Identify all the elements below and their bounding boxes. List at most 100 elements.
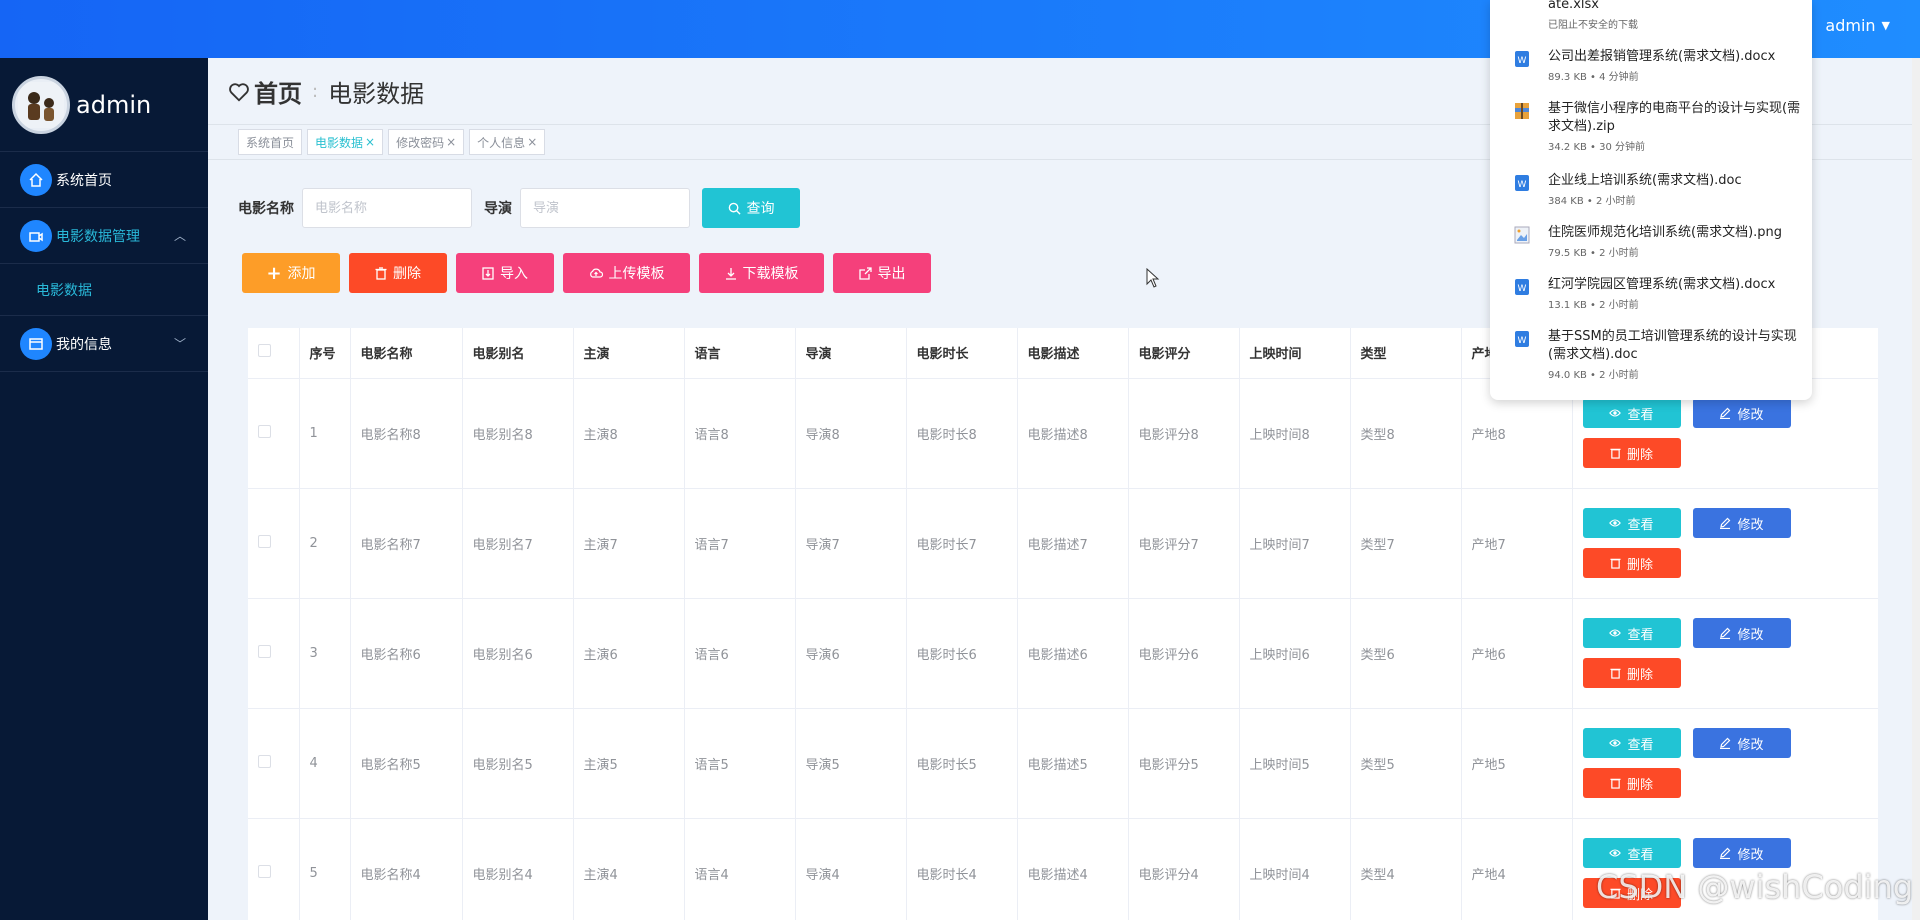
download-template-button[interactable]: 下载模板 <box>699 253 824 293</box>
heart-icon <box>229 82 249 102</box>
download-file-meta: 34.2 KB • 30 分钟前 <box>1548 142 1646 153</box>
close-icon[interactable]: × <box>446 135 456 149</box>
sidebar-subitem-label: 电影数据 <box>36 282 92 299</box>
row-checkbox[interactable] <box>258 644 271 658</box>
query-button[interactable]: 查询 <box>702 188 800 228</box>
close-icon[interactable]: × <box>365 135 375 149</box>
sidebar-item-label: 电影数据管理 <box>56 228 140 245</box>
download-item[interactable]: W 公司出差报销管理系统(需求文档).docx 89.3 KB • 4 分钟前 <box>1514 48 1804 83</box>
tag-personal-info[interactable]: 个人信息 × <box>469 129 546 155</box>
table-cell: 电影描述6 <box>1017 598 1129 709</box>
table-cell: 导演6 <box>795 598 907 709</box>
row-actions-cell: 查看 修改 删除 <box>1572 708 1878 819</box>
row-delete-button[interactable]: 删除 <box>1582 438 1681 468</box>
tag-movie-data[interactable]: 电影数据 × <box>307 129 384 155</box>
edit-button[interactable]: 修改 <box>1692 398 1791 428</box>
row-delete-button[interactable]: 删除 <box>1582 658 1681 688</box>
select-all-checkbox[interactable] <box>258 344 271 358</box>
view-button[interactable]: 查看 <box>1582 398 1681 428</box>
upload-template-button[interactable]: 上传模板 <box>563 253 690 293</box>
row-delete-button[interactable]: 删除 <box>1582 548 1681 578</box>
word-icon: W <box>1514 278 1532 298</box>
import-button[interactable]: 导入 <box>456 253 554 293</box>
edit-button[interactable]: 修改 <box>1692 508 1791 538</box>
table-cell: 类型7 <box>1350 488 1462 599</box>
edit-button[interactable]: 修改 <box>1692 838 1791 868</box>
downloads-popup: ate.xlsx 已阻止不安全的下载 W 公司出差报销管理系统(需求文档).docx 8… <box>1490 0 1812 400</box>
mouse-cursor-icon <box>1146 267 1160 292</box>
trash-icon <box>1610 558 1621 569</box>
plus-icon: + <box>266 262 282 284</box>
cloud-upload-icon <box>589 268 603 278</box>
table-cell: 类型8 <box>1350 378 1462 489</box>
table-cell: 电影时长6 <box>906 598 1018 709</box>
table-cell: 语言8 <box>684 378 796 489</box>
movie-table: 序号 电影名称 电影别名 主演 语言 导演 电影时长 电影描述 电影评分 上映时… <box>248 328 1878 920</box>
row-checkbox[interactable] <box>258 864 271 878</box>
sidebar-item-movie-management[interactable]: 电影数据管理 ︿ <box>0 208 208 264</box>
edit-button[interactable]: 修改 <box>1692 618 1791 648</box>
view-button[interactable]: 查看 <box>1582 728 1681 758</box>
table-cell: 上映时间5 <box>1239 708 1351 819</box>
breadcrumb-home[interactable]: 首页 <box>228 74 302 109</box>
view-button[interactable]: 查看 <box>1582 508 1681 538</box>
column-header: 电影描述 <box>1017 328 1129 379</box>
download-item[interactable]: 住院医师规范化培训系统(需求文档).png 79.5 KB • 2 小时前 <box>1514 224 1804 259</box>
table-cell: 语言7 <box>684 488 796 599</box>
movie-name-input[interactable] <box>302 188 472 228</box>
download-file-meta: 94.0 KB • 2 小时前 <box>1548 370 1639 381</box>
svg-text:W: W <box>1518 336 1527 346</box>
download-file-name: 基于SSM的员工培训管理系统的设计与实现(需求文档).doc <box>1548 329 1797 362</box>
caret-down-icon: ▼ <box>1881 19 1890 32</box>
table-cell: 电影描述7 <box>1017 488 1129 599</box>
row-checkbox[interactable] <box>258 534 271 548</box>
close-icon[interactable]: × <box>527 135 537 149</box>
sidebar-item-my-info[interactable]: 我的信息 ﹀ <box>0 316 208 372</box>
page-scrollbar[interactable] <box>1912 58 1920 920</box>
download-item[interactable]: W 红河学院园区管理系统(需求文档).docx 13.1 KB • 2 小时前 <box>1514 276 1804 311</box>
row-checkbox[interactable] <box>258 754 271 768</box>
table-cell: 语言5 <box>684 708 796 819</box>
sidebar-item-home[interactable]: 系统首页 <box>0 152 208 208</box>
delete-button[interactable]: 删除 <box>349 253 447 293</box>
view-button[interactable]: 查看 <box>1582 838 1681 868</box>
row-select-cell <box>248 708 300 819</box>
zip-icon <box>1514 102 1532 122</box>
column-header: 电影名称 <box>350 328 463 379</box>
column-header: 电影时长 <box>906 328 1018 379</box>
sidebar-subitem-movie-data[interactable]: 电影数据 <box>0 264 208 316</box>
svg-text:W: W <box>1518 56 1527 66</box>
column-header: 电影别名 <box>462 328 574 379</box>
table-cell: 上映时间6 <box>1239 598 1351 709</box>
edit-button[interactable]: 修改 <box>1692 728 1791 758</box>
tag-home[interactable]: 系统首页 <box>238 129 303 155</box>
trash-icon <box>1610 668 1621 679</box>
director-input[interactable] <box>520 188 690 228</box>
table-cell: 电影时长7 <box>906 488 1018 599</box>
breadcrumb-separator: : <box>312 81 319 102</box>
table-cell: 电影描述4 <box>1017 818 1129 920</box>
edit-icon <box>1720 407 1731 419</box>
row-checkbox[interactable] <box>258 424 271 438</box>
table-cell: 电影描述5 <box>1017 708 1129 819</box>
row-delete-button[interactable]: 删除 <box>1582 768 1681 798</box>
table-cell: 3 <box>299 598 351 709</box>
table-cell: 导演5 <box>795 708 907 819</box>
row-actions-cell: 查看 修改 删除 <box>1572 488 1878 599</box>
download-file-meta: 384 KB • 2 小时前 <box>1548 196 1636 207</box>
add-button[interactable]: + 添加 <box>242 253 340 293</box>
table-cell: 电影名称7 <box>350 488 463 599</box>
table-cell: 类型6 <box>1350 598 1462 709</box>
download-item[interactable]: 基于微信小程序的电商平台的设计与实现(需求文档).zip 34.2 KB • 30… <box>1514 100 1804 153</box>
view-button[interactable]: 查看 <box>1582 618 1681 648</box>
table-cell: 类型5 <box>1350 708 1462 819</box>
table-cell: 电影别名8 <box>462 378 574 489</box>
download-item[interactable]: W 企业线上培训系统(需求文档).doc 384 KB • 2 小时前 <box>1514 172 1804 207</box>
table-cell: 上映时间8 <box>1239 378 1351 489</box>
user-dropdown[interactable]: admin ▼ <box>1825 16 1890 35</box>
download-item[interactable]: W 基于SSM的员工培训管理系统的设计与实现(需求文档).doc 94.0 KB •… <box>1514 328 1804 381</box>
tag-change-password[interactable]: 修改密码 × <box>388 129 465 155</box>
download-item[interactable]: ate.xlsx 已阻止不安全的下载 <box>1514 0 1804 31</box>
export-button[interactable]: 导出 <box>833 253 931 293</box>
avatar-image-icon <box>18 81 64 128</box>
